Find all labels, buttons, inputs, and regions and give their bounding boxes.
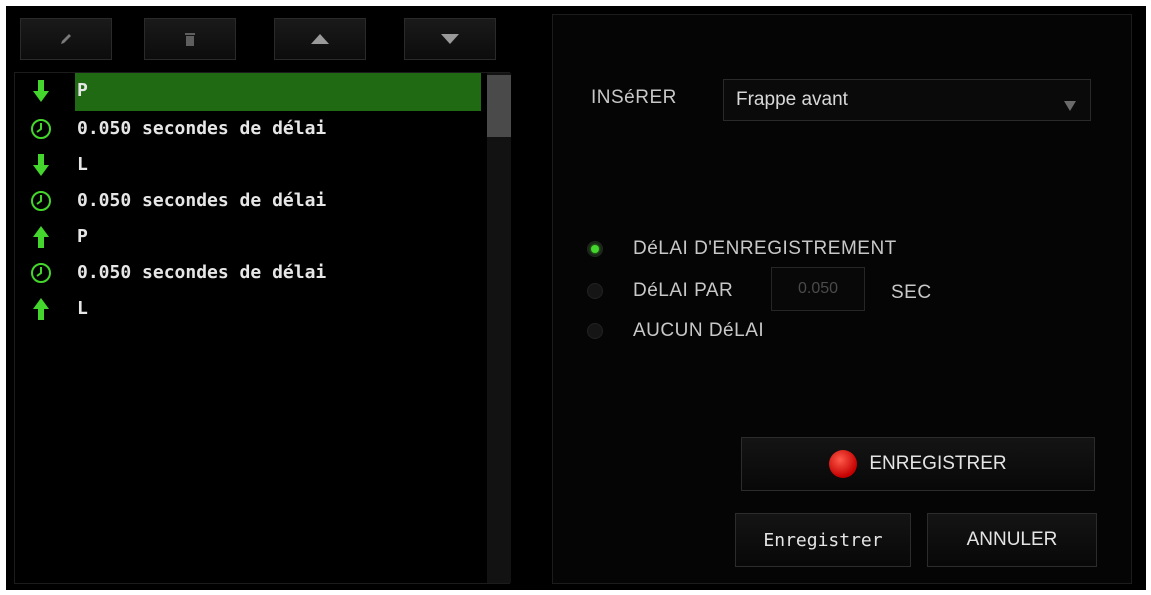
insert-dropdown[interactable]: Frappe avant	[723, 79, 1091, 121]
trash-icon	[184, 31, 196, 47]
edit-button[interactable]	[20, 18, 112, 60]
macro-event-list[interactable]: P 0.050 secondes de délai L 0.050 second…	[14, 72, 511, 584]
triangle-up-icon	[311, 34, 329, 44]
cancel-button[interactable]: ANNULER	[927, 513, 1097, 567]
cancel-button-label: ANNULER	[966, 529, 1058, 550]
list-item[interactable]: P	[15, 73, 481, 111]
chevron-down-icon	[1064, 96, 1076, 115]
list-item-text: 0.050 secondes de délai	[77, 262, 327, 283]
move-down-button[interactable]	[404, 18, 496, 60]
list-item-text: P	[77, 226, 88, 247]
macro-editor-window: P 0.050 secondes de délai L 0.050 second…	[6, 6, 1146, 590]
scrollbar-track[interactable]	[487, 73, 511, 583]
list-item-text: 0.050 secondes de délai	[77, 190, 327, 211]
list-item[interactable]: P	[15, 219, 481, 255]
selection-highlight	[75, 73, 481, 111]
delete-button[interactable]	[144, 18, 236, 60]
no-delay-radio[interactable]	[587, 323, 603, 339]
list-item[interactable]: 0.050 secondes de délai	[15, 111, 481, 147]
record-delay-label: DéLAI D'ENREGISTREMENT	[633, 238, 897, 259]
scrollbar-thumb[interactable]	[487, 75, 511, 137]
insert-label: INSéRER	[591, 87, 677, 108]
fixed-delay-radio[interactable]	[587, 283, 603, 299]
save-button[interactable]: Enregistrer	[735, 513, 911, 567]
list-item-text: L	[77, 298, 88, 319]
triangle-down-icon	[441, 34, 459, 44]
fixed-delay-unit: SEC	[891, 282, 932, 303]
list-item[interactable]: L	[15, 291, 481, 327]
record-delay-radio[interactable]	[587, 241, 603, 257]
no-delay-label: AUCUN DéLAI	[633, 320, 765, 341]
clock-icon	[29, 117, 53, 141]
clock-icon	[29, 261, 53, 285]
fixed-delay-label: DéLAI PAR	[633, 280, 734, 301]
list-item-text: 0.050 secondes de délai	[77, 118, 327, 139]
list-item-text: P	[77, 80, 88, 101]
arrow-down-icon	[29, 153, 53, 177]
move-up-button[interactable]	[274, 18, 366, 60]
macro-settings-panel: INSéRER Frappe avant DéLAI D'ENREGISTREM…	[552, 14, 1132, 584]
record-button-label: ENREGISTRER	[869, 453, 1007, 474]
clock-icon	[29, 189, 53, 213]
fixed-delay-input[interactable]: 0.050	[771, 267, 865, 311]
pencil-icon	[59, 32, 73, 46]
list-item[interactable]: 0.050 secondes de délai	[15, 255, 481, 291]
list-item[interactable]: 0.050 secondes de délai	[15, 183, 481, 219]
arrow-down-icon	[29, 79, 53, 103]
list-item[interactable]: L	[15, 147, 481, 183]
list-item-text: L	[77, 154, 88, 175]
insert-dropdown-value: Frappe avant	[736, 89, 848, 110]
save-button-label: Enregistrer	[763, 529, 883, 551]
arrow-up-icon	[29, 297, 53, 321]
record-dot-icon	[829, 450, 858, 478]
record-button[interactable]: ENREGISTRER	[741, 437, 1095, 491]
arrow-up-icon	[29, 225, 53, 249]
